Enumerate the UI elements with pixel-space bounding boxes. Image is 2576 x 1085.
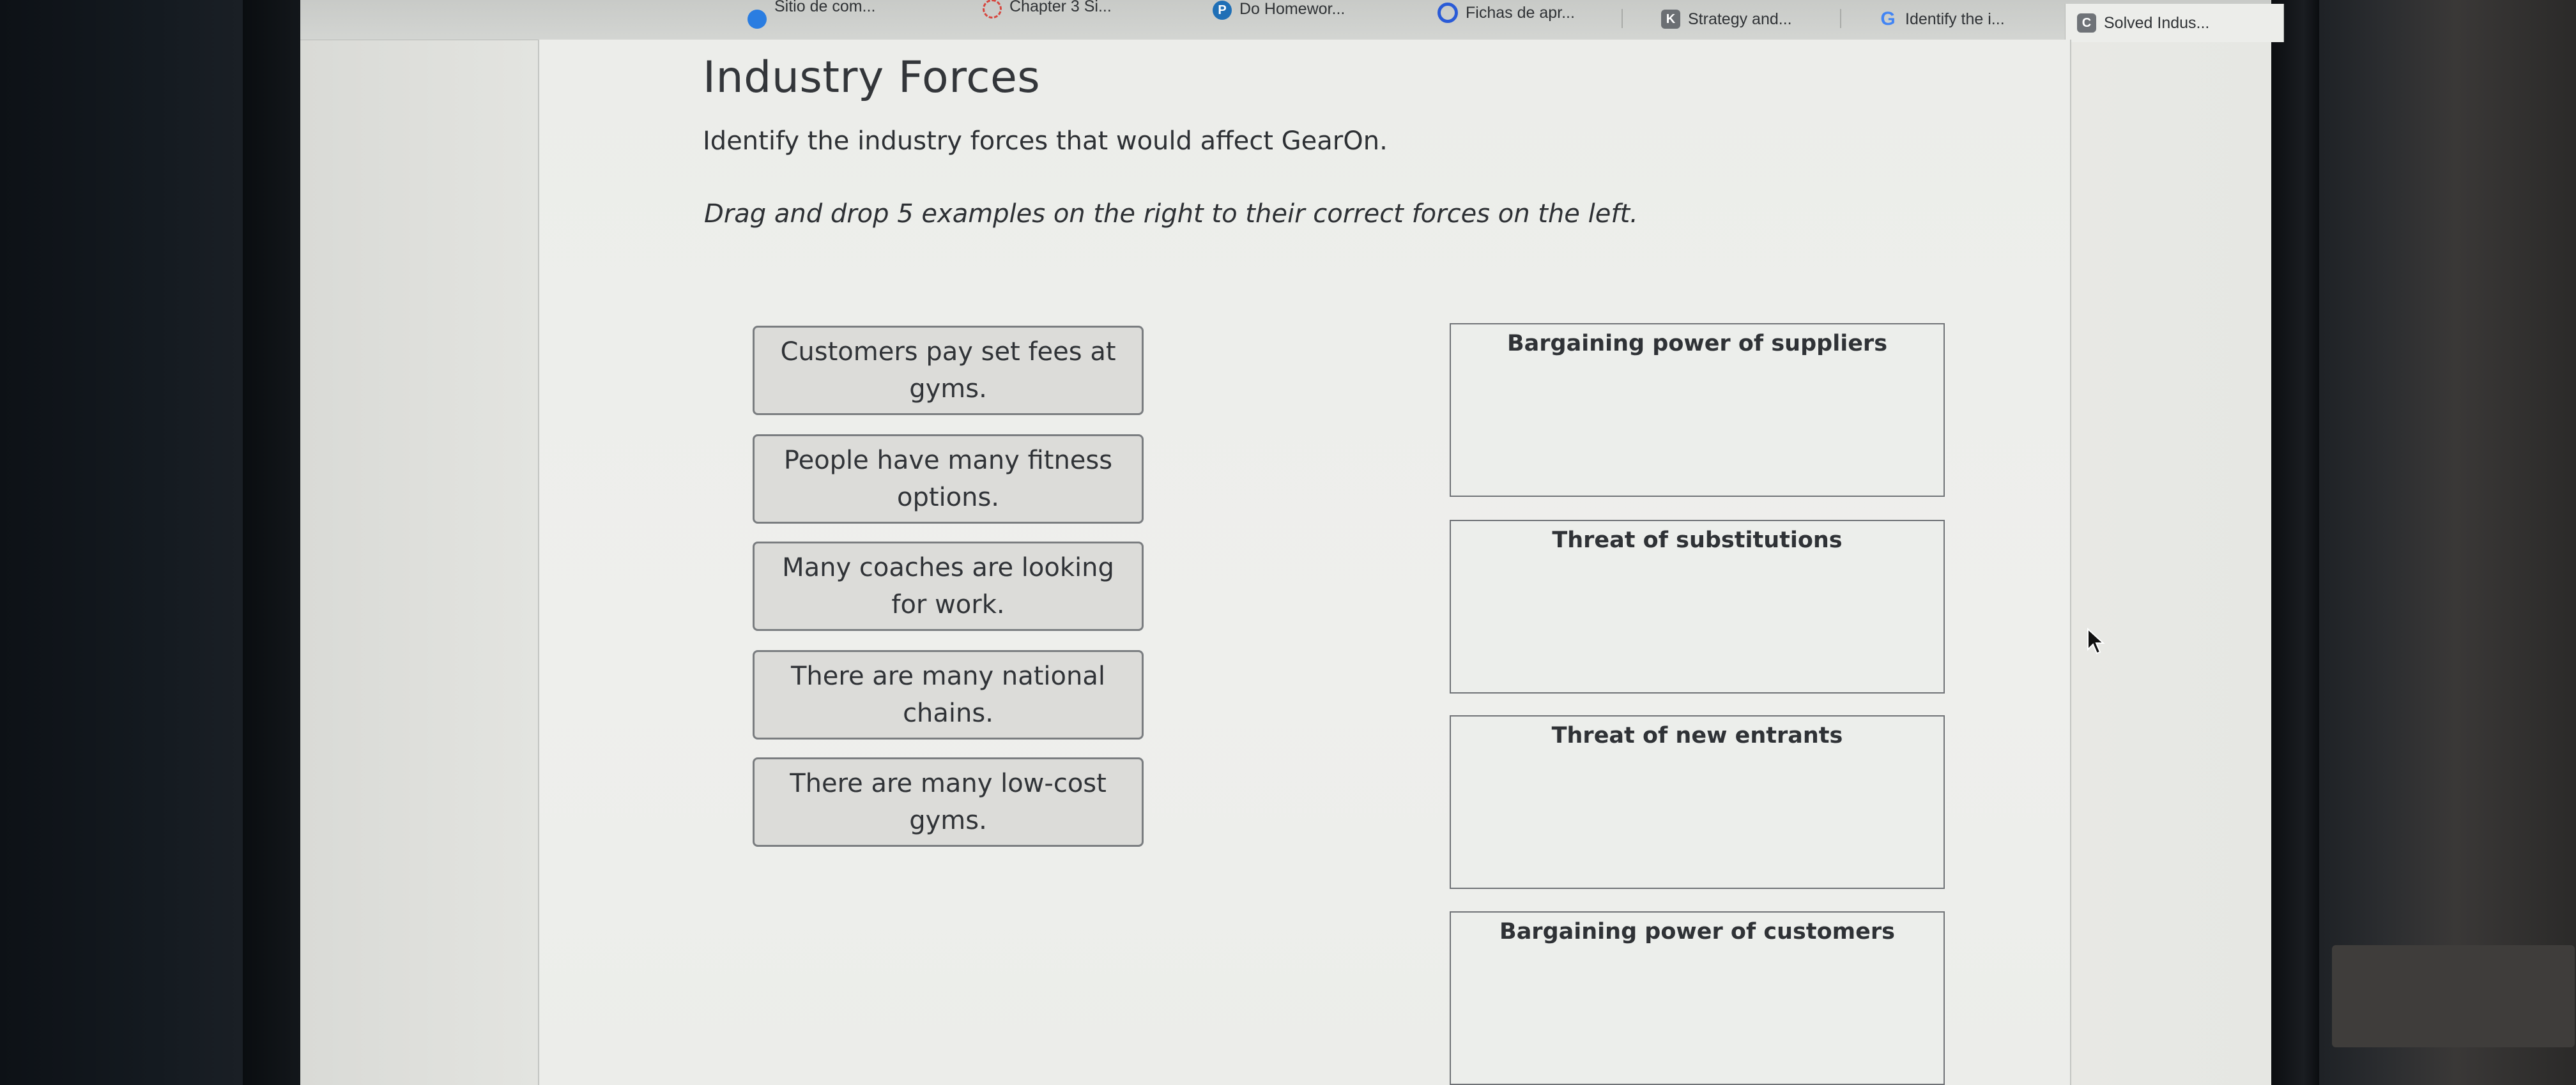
browser-window: Sitio de com... Chapter 3 Si... P Do Hom… bbox=[300, 0, 2284, 1085]
page-title: Industry Forces bbox=[703, 52, 1041, 103]
card-text: People have many fitness options. bbox=[783, 446, 1113, 512]
draggable-card[interactable]: There are many low-cost gyms. bbox=[753, 757, 1144, 847]
tab-chapter[interactable]: Chapter 3 Si... bbox=[983, 0, 1112, 38]
tab-fichas[interactable]: Fichas de apr... bbox=[1438, 0, 1575, 38]
tab-bar: Sitio de com... Chapter 3 Si... P Do Hom… bbox=[300, 0, 2284, 42]
instructions-text: Drag and drop 5 examples on the right to… bbox=[704, 199, 1638, 229]
tab-label: Solved Indus... bbox=[2104, 13, 2210, 32]
chapter-icon bbox=[983, 0, 1002, 19]
draggable-card[interactable]: People have many fitness options. bbox=[753, 434, 1144, 524]
quizlet-icon bbox=[1438, 3, 1458, 23]
drop-zone-label: Threat of new entrants bbox=[1551, 723, 1843, 748]
monitor-right-bezel bbox=[2268, 0, 2319, 1085]
tab-label: Sitio de com... bbox=[774, 0, 876, 15]
tab-label: Chapter 3 Si... bbox=[1009, 0, 1112, 15]
tab-separator bbox=[1621, 9, 1623, 28]
tab-homework[interactable]: P Do Homewor... bbox=[1213, 0, 1345, 38]
draggable-card[interactable]: There are many national chains. bbox=[753, 650, 1144, 740]
drop-zone-new-entrants[interactable]: Threat of new entrants bbox=[1450, 715, 1945, 889]
page-subtitle: Identify the industry forces that would … bbox=[703, 126, 1388, 156]
drop-zone-label: Bargaining power of customers bbox=[1499, 919, 1895, 945]
pearson-icon: P bbox=[1213, 1, 1232, 20]
draggable-card[interactable]: Many coaches are looking for work. bbox=[753, 542, 1144, 631]
tab-strategy[interactable]: K Strategy and... bbox=[1661, 0, 1792, 38]
background-object bbox=[2332, 945, 2575, 1047]
chegg-icon: C bbox=[2077, 13, 2096, 33]
sitio-icon bbox=[747, 10, 767, 29]
tab-label: Identify the i... bbox=[1905, 10, 2005, 28]
k-icon: K bbox=[1661, 10, 1680, 29]
drop-zone-customers[interactable]: Bargaining power of customers bbox=[1450, 911, 1945, 1085]
drop-zone-label: Threat of substitutions bbox=[1552, 527, 1843, 553]
mouse-cursor-icon bbox=[2087, 628, 2105, 655]
tab-label: Fichas de apr... bbox=[1466, 3, 1575, 22]
card-text: There are many national chains. bbox=[790, 662, 1105, 728]
background-right bbox=[2274, 0, 2576, 1085]
drop-zone-suppliers[interactable]: Bargaining power of suppliers bbox=[1450, 323, 1945, 497]
card-text: There are many low-cost gyms. bbox=[790, 769, 1107, 835]
tab-sitio[interactable]: Sitio de com... bbox=[747, 0, 875, 38]
monitor-left-bezel bbox=[243, 0, 307, 1085]
tab-solved-active[interactable]: C Solved Indus... bbox=[2065, 4, 2284, 42]
tab-separator bbox=[1840, 9, 1841, 28]
draggable-card[interactable]: Customers pay set fees at gyms. bbox=[753, 326, 1144, 415]
drop-zone-label: Bargaining power of suppliers bbox=[1506, 331, 1888, 356]
activity-page: Industry Forces Identify the industry fo… bbox=[538, 40, 2071, 1085]
card-text: Customers pay set fees at gyms. bbox=[780, 337, 1116, 404]
google-icon: G bbox=[1880, 8, 1896, 29]
card-text: Many coaches are looking for work. bbox=[782, 553, 1114, 619]
tab-label: Strategy and... bbox=[1688, 10, 1792, 28]
tab-identify[interactable]: G Identify the i... bbox=[1878, 0, 2005, 38]
tab-label: Do Homewor... bbox=[1239, 0, 1346, 18]
photo-of-monitor: Sitio de com... Chapter 3 Si... P Do Hom… bbox=[0, 0, 2576, 1085]
drop-zone-substitutions[interactable]: Threat of substitutions bbox=[1450, 520, 1945, 694]
